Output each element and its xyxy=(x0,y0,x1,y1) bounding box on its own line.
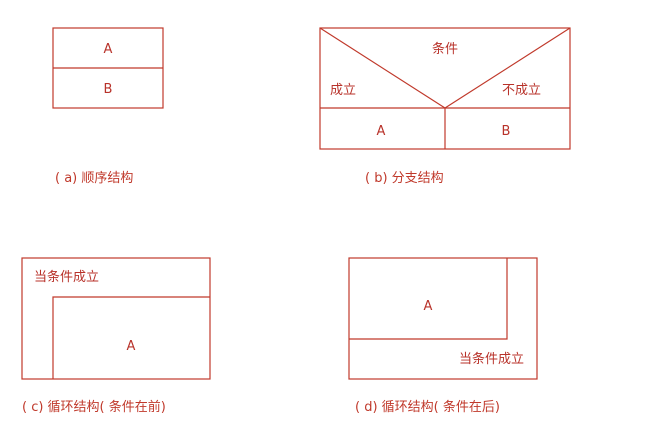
branch-true-label: 成立 xyxy=(330,83,356,98)
loop-posttest-condition-label: 当条件成立 xyxy=(459,351,524,367)
loop-pretest-condition-label: 当条件成立 xyxy=(34,269,99,285)
sequence-block-b-label: B xyxy=(104,82,113,97)
sequence-caption: ( a) 顺序结构 xyxy=(55,171,133,186)
sequence-block-a-label: A xyxy=(104,42,113,57)
loop-posttest-caption: ( d) 循环结构( 条件在后) xyxy=(355,399,500,415)
loop-pretest-inner-box xyxy=(52,296,210,379)
diagram-branch: 条件 成立 不成立 A B ( b) 分支结构 xyxy=(319,27,571,186)
diagram-loop-pretest: 当条件成立 A ( c) 循环结构( 条件在前) xyxy=(21,257,211,415)
branch-caption: ( b) 分支结构 xyxy=(365,171,444,186)
branch-block-a-label: A xyxy=(377,124,386,139)
branch-block-b-label: B xyxy=(502,124,511,139)
diagram-loop-posttest: A 当条件成立 ( d) 循环结构( 条件在后) xyxy=(348,257,538,415)
loop-pretest-caption: ( c) 循环结构( 条件在前) xyxy=(22,399,166,415)
loop-pretest-body-label: A xyxy=(127,339,136,354)
branch-false-label: 不成立 xyxy=(502,83,541,98)
branch-condition-label: 条件 xyxy=(432,41,458,57)
flowchart-structures-figure: A B ( a) 顺序结构 条件 成立 不成立 A B ( b) 分支结构 当条… xyxy=(21,27,571,415)
diagram-sequence: A B ( a) 顺序结构 xyxy=(52,27,164,186)
loop-posttest-body-label: A xyxy=(424,299,433,314)
